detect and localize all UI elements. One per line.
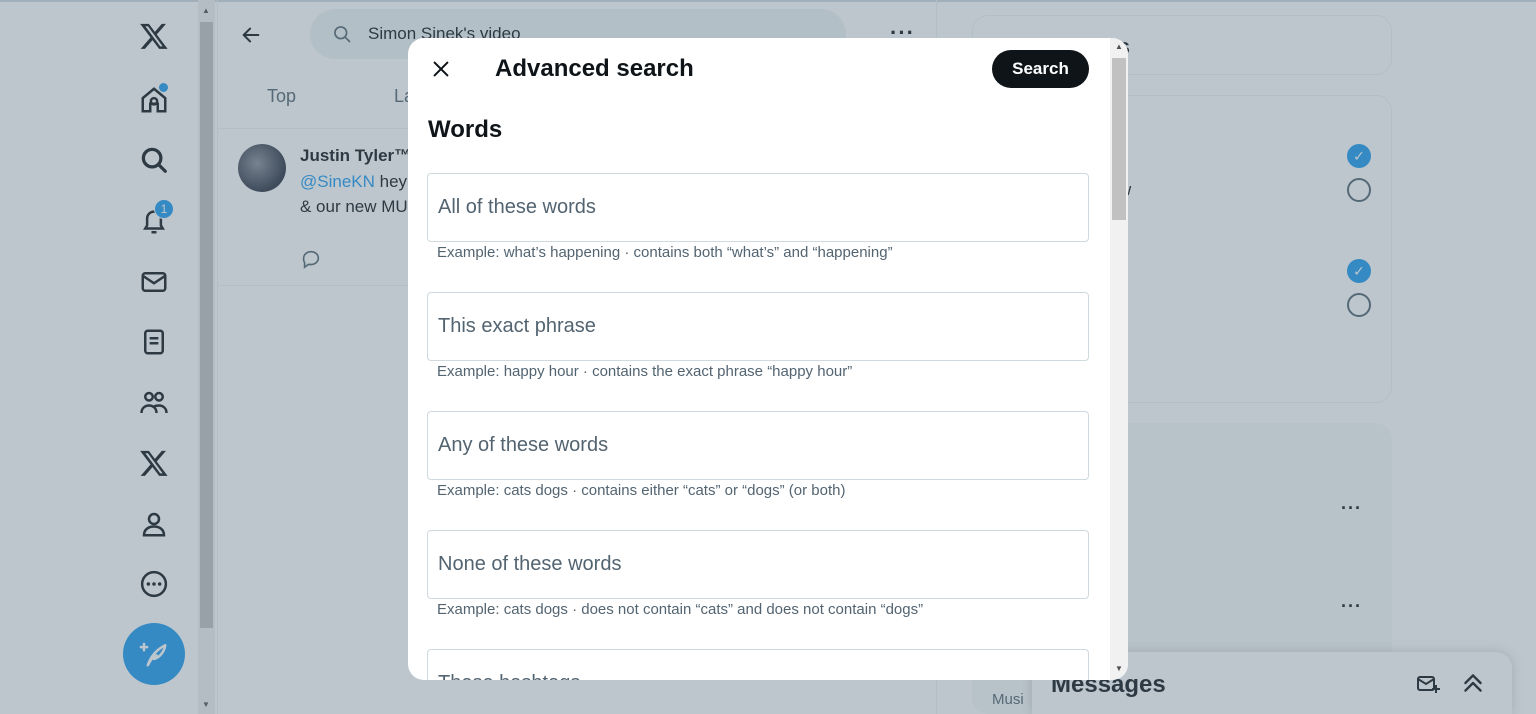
dialog-scrollbar[interactable]: ▲ ▼ bbox=[1110, 38, 1128, 680]
any-words-input[interactable] bbox=[428, 412, 1088, 479]
all-words-field[interactable] bbox=[427, 173, 1089, 242]
exact-phrase-field[interactable] bbox=[427, 292, 1089, 361]
section-title-words: Words bbox=[428, 116, 503, 143]
hashtags-input[interactable] bbox=[428, 650, 1088, 680]
any-words-hint: Example: cats dogs · contains either “ca… bbox=[437, 482, 846, 499]
none-words-field[interactable] bbox=[427, 530, 1089, 599]
close-button[interactable] bbox=[424, 52, 458, 86]
none-words-hint: Example: cats dogs · does not contain “c… bbox=[437, 601, 924, 618]
close-icon bbox=[433, 61, 449, 77]
dialog-title: Advanced search bbox=[495, 55, 694, 82]
search-button[interactable]: Search bbox=[992, 50, 1089, 88]
exact-phrase-hint: Example: happy hour · contains the exact… bbox=[437, 363, 853, 380]
any-words-field[interactable] bbox=[427, 411, 1089, 480]
advanced-search-dialog: Advanced search Search Words Example: wh… bbox=[408, 38, 1128, 680]
scroll-down-arrow-icon[interactable]: ▼ bbox=[1115, 664, 1123, 673]
all-words-input[interactable] bbox=[428, 174, 1088, 241]
scroll-up-arrow-icon[interactable]: ▲ bbox=[1115, 42, 1123, 51]
exact-phrase-input[interactable] bbox=[428, 293, 1088, 360]
hashtags-field[interactable] bbox=[427, 649, 1089, 680]
none-words-input[interactable] bbox=[428, 531, 1088, 598]
all-words-hint: Example: what’s happening · contains bot… bbox=[437, 244, 893, 261]
dialog-scroll-thumb[interactable] bbox=[1112, 58, 1126, 220]
